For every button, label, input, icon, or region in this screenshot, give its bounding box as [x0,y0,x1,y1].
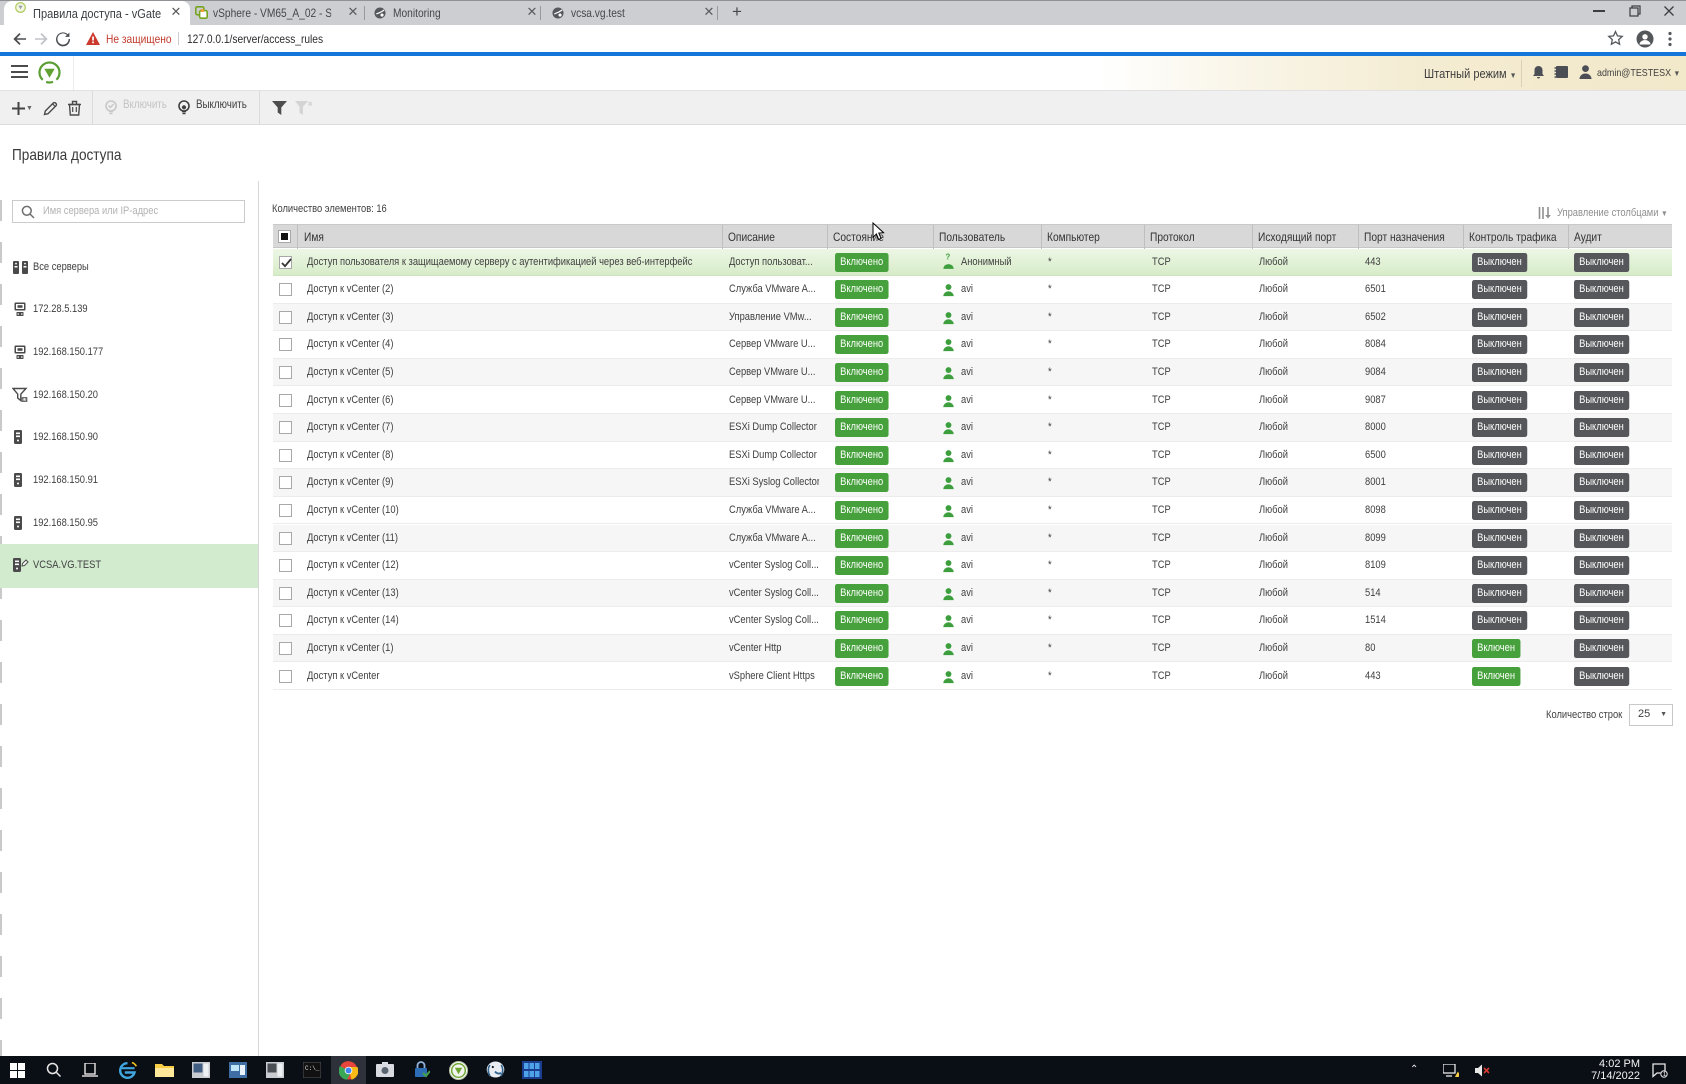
svg-text:1: 1 [1663,1071,1667,1078]
svg-text:?: ? [945,253,950,261]
svg-text:C:\_: C:\_ [305,1065,320,1072]
svg-text:18: 18 [23,397,27,401]
